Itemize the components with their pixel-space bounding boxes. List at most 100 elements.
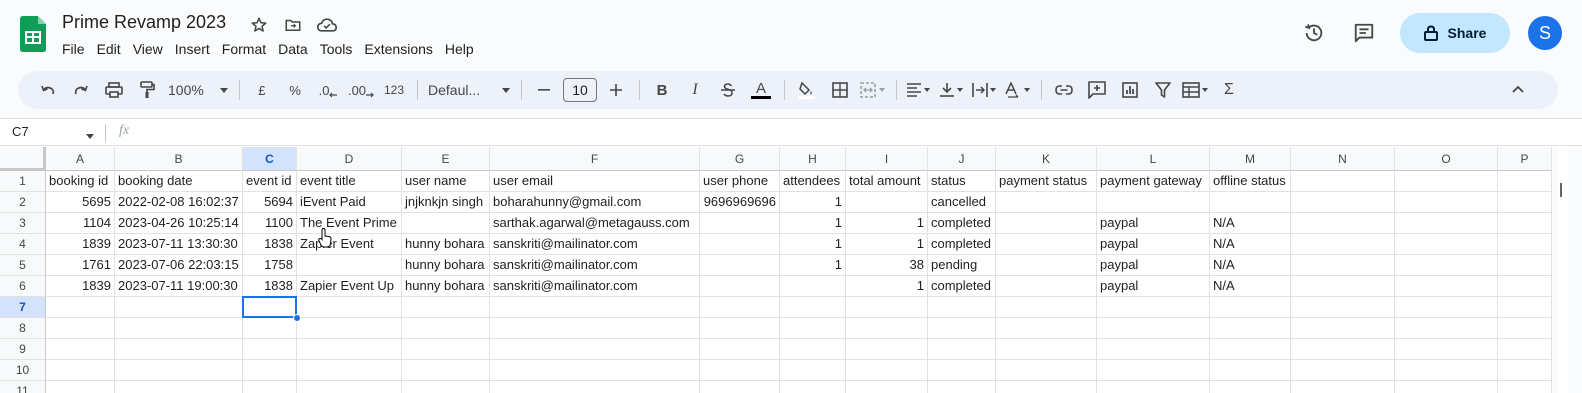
cell-o3[interactable] [1395, 213, 1498, 234]
cell-e4[interactable]: hunny bohara [402, 234, 490, 255]
move-to-folder-icon[interactable] [282, 14, 304, 36]
redo-icon[interactable] [67, 76, 95, 104]
row-header-6[interactable]: 6 [0, 276, 46, 297]
cell-k7[interactable] [996, 297, 1097, 318]
cell-o4[interactable] [1395, 234, 1498, 255]
cell-h3[interactable]: 1 [780, 213, 846, 234]
print-icon[interactable] [100, 76, 128, 104]
cell-f1[interactable]: user email [490, 171, 700, 192]
cell-e1[interactable]: user name [402, 171, 490, 192]
menu-tools[interactable]: Tools [314, 39, 359, 59]
cell-o10[interactable] [1395, 360, 1498, 381]
cell-c9[interactable] [243, 339, 297, 360]
cell-j2[interactable]: cancelled [928, 192, 996, 213]
cell-i9[interactable] [846, 339, 928, 360]
fill-color-icon[interactable] [793, 76, 821, 104]
star-icon[interactable] [248, 14, 270, 36]
cell-m9[interactable] [1210, 339, 1291, 360]
column-header-d[interactable]: D [297, 147, 402, 171]
cell-e2[interactable]: jnjknkjn singh [402, 192, 490, 213]
cell-i10[interactable] [846, 360, 928, 381]
cell-n4[interactable] [1291, 234, 1395, 255]
cell-m10[interactable] [1210, 360, 1291, 381]
cell-n5[interactable] [1291, 255, 1395, 276]
row-header-3[interactable]: 3 [0, 213, 46, 234]
cell-n7[interactable] [1291, 297, 1395, 318]
text-rotation-icon[interactable] [1004, 76, 1032, 104]
name-box[interactable]: C7 [12, 124, 29, 139]
font-size-input[interactable]: 10 [563, 78, 597, 102]
cell-p2[interactable] [1498, 192, 1552, 213]
filter-icon[interactable] [1149, 76, 1177, 104]
cell-p11[interactable] [1498, 381, 1552, 393]
cell-g4[interactable] [700, 234, 780, 255]
column-header-l[interactable]: L [1097, 147, 1210, 171]
column-header-i[interactable]: I [846, 147, 928, 171]
cell-h8[interactable] [780, 318, 846, 339]
undo-icon[interactable] [34, 76, 62, 104]
more-formats-button[interactable]: 123 [380, 76, 408, 104]
cell-g1[interactable]: user phone [700, 171, 780, 192]
column-header-f[interactable]: F [490, 147, 700, 171]
cell-p10[interactable] [1498, 360, 1552, 381]
cell-f5[interactable]: sanskriti@mailinator.com [490, 255, 700, 276]
cell-e9[interactable] [402, 339, 490, 360]
increase-font-size-icon[interactable] [602, 76, 630, 104]
cell-c11[interactable] [243, 381, 297, 393]
column-header-j[interactable]: J [928, 147, 996, 171]
cell-c2[interactable]: 5694 [243, 192, 297, 213]
vertical-scrollbar-thumb[interactable] [1560, 183, 1562, 197]
row-header-10[interactable]: 10 [0, 360, 46, 381]
cell-k2[interactable] [996, 192, 1097, 213]
cell-m3[interactable]: N/A [1210, 213, 1291, 234]
cell-o8[interactable] [1395, 318, 1498, 339]
insert-chart-icon[interactable] [1116, 76, 1144, 104]
cell-l2[interactable] [1097, 192, 1210, 213]
cell-g3[interactable] [700, 213, 780, 234]
cell-n8[interactable] [1291, 318, 1395, 339]
cell-g9[interactable] [700, 339, 780, 360]
row-header-11[interactable]: 11 [0, 381, 46, 393]
menu-insert[interactable]: Insert [169, 39, 216, 59]
cell-g10[interactable] [700, 360, 780, 381]
cell-o2[interactable] [1395, 192, 1498, 213]
cloud-saved-icon[interactable] [316, 14, 338, 36]
bold-button[interactable]: B [648, 76, 676, 104]
cell-o5[interactable] [1395, 255, 1498, 276]
cell-a11[interactable] [46, 381, 115, 393]
cell-i6[interactable]: 1 [846, 276, 928, 297]
row-header-4[interactable]: 4 [0, 234, 46, 255]
strikethrough-icon[interactable] [714, 76, 742, 104]
cell-d8[interactable] [297, 318, 402, 339]
cell-g8[interactable] [700, 318, 780, 339]
account-avatar[interactable]: S [1528, 16, 1562, 50]
cell-d10[interactable] [297, 360, 402, 381]
cell-b11[interactable] [115, 381, 243, 393]
menu-edit[interactable]: Edit [91, 39, 127, 59]
cell-j9[interactable] [928, 339, 996, 360]
cell-b10[interactable] [115, 360, 243, 381]
cell-a7[interactable] [46, 297, 115, 318]
cell-l10[interactable] [1097, 360, 1210, 381]
cell-b2[interactable]: 2022-02-08 16:02:37 [115, 192, 243, 213]
functions-button[interactable]: Σ [1215, 76, 1243, 104]
cell-m7[interactable] [1210, 297, 1291, 318]
cell-h9[interactable] [780, 339, 846, 360]
cell-g6[interactable] [700, 276, 780, 297]
cell-h5[interactable]: 1 [780, 255, 846, 276]
vertical-align-icon[interactable] [938, 76, 966, 104]
row-header-9[interactable]: 9 [0, 339, 46, 360]
cell-m8[interactable] [1210, 318, 1291, 339]
cell-p9[interactable] [1498, 339, 1552, 360]
cell-j4[interactable]: completed [928, 234, 996, 255]
cell-l5[interactable]: paypal [1097, 255, 1210, 276]
cell-m11[interactable] [1210, 381, 1291, 393]
cell-f9[interactable] [490, 339, 700, 360]
cell-b3[interactable]: 2023-04-26 10:25:14 [115, 213, 243, 234]
row-header-5[interactable]: 5 [0, 255, 46, 276]
cell-k4[interactable] [996, 234, 1097, 255]
cell-m1[interactable]: offline status [1210, 171, 1291, 192]
font-family-select[interactable]: Defaul... [426, 76, 512, 104]
cell-o7[interactable] [1395, 297, 1498, 318]
column-header-b[interactable]: B [115, 147, 243, 171]
